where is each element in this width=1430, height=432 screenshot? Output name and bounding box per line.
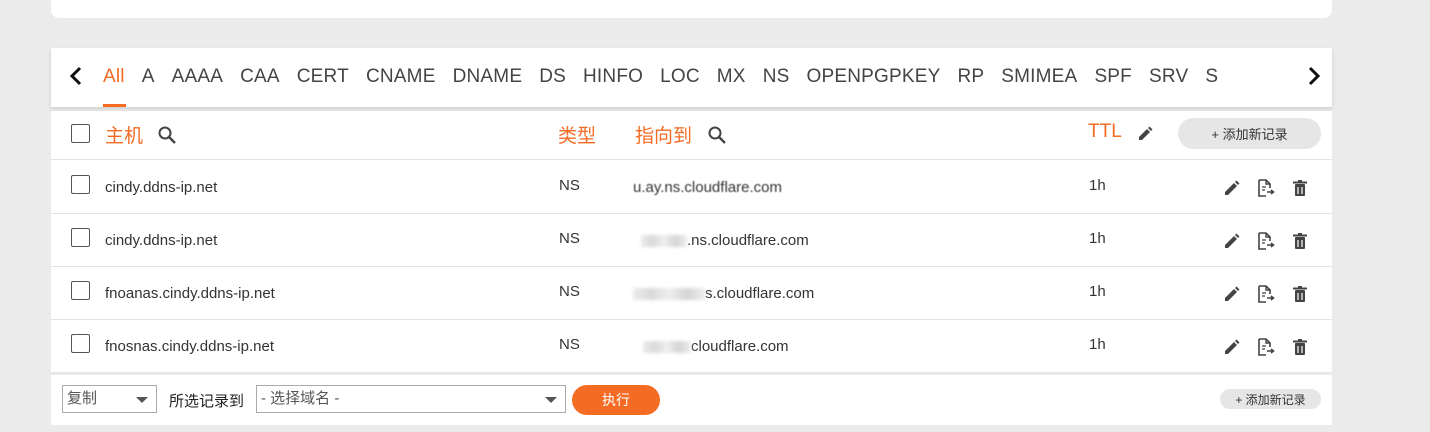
record-type: NS: [559, 283, 580, 300]
record-target-text: u.ay.ns.cloudflare.com: [633, 179, 782, 196]
redacted-text: [641, 235, 687, 248]
tab-loc[interactable]: LOC: [660, 48, 700, 107]
tab-all[interactable]: All: [103, 48, 126, 107]
record-host: cindy.ddns-ip.net: [105, 232, 218, 249]
delete-icon[interactable]: [1290, 337, 1310, 357]
record-type-tabs: All A AAAA CAA CERT CNAME DNAME DS HINFO LOC MX NS O…: [51, 48, 1332, 107]
tab-openpgpkey[interactable]: OPENPGPKEY: [806, 48, 940, 107]
tab-a[interactable]: A: [142, 48, 155, 107]
tab-strip: All A AAAA CAA CERT CNAME DNAME DS HINFO LOC MX NS O…: [103, 48, 1293, 107]
record-target: cloudflare.com: [633, 338, 789, 355]
chevron-left-icon[interactable]: [66, 64, 86, 88]
record-target-text: cloudflare.com: [691, 338, 789, 355]
domain-select-placeholder: - 选择域名 -: [261, 390, 340, 407]
edit-icon[interactable]: [1222, 178, 1242, 198]
record-ttl: 1h: [1089, 177, 1106, 194]
target-header: 指向到: [635, 126, 693, 147]
tab-rp[interactable]: RP: [957, 48, 984, 107]
tab-mx[interactable]: MX: [717, 48, 746, 107]
delete-icon[interactable]: [1290, 231, 1310, 251]
tab-aaaa[interactable]: AAAA: [172, 48, 224, 107]
chevron-down-icon: [136, 397, 148, 403]
select-all-checkbox[interactable]: [71, 124, 90, 143]
copy-record-icon[interactable]: [1255, 178, 1275, 198]
row-checkbox[interactable]: [71, 334, 90, 353]
selected-records-label: 所选记录到: [169, 393, 245, 410]
domain-select[interactable]: - 选择域名 -: [256, 385, 566, 413]
tab-spf[interactable]: SPF: [1094, 48, 1132, 107]
tab-ds[interactable]: DS: [539, 48, 566, 107]
record-target: s.cloudflare.com: [633, 285, 814, 302]
record-host: fnosnas.cindy.ddns-ip.net: [105, 338, 274, 355]
ttl-header: TTL: [1088, 121, 1122, 142]
type-header: 类型: [558, 126, 597, 147]
edit-icon[interactable]: [1222, 284, 1242, 304]
execute-button[interactable]: 执行: [572, 385, 660, 415]
edit-icon[interactable]: [1137, 126, 1153, 142]
row-checkbox[interactable]: [71, 281, 90, 300]
edit-icon[interactable]: [1222, 231, 1242, 251]
row-checkbox[interactable]: [71, 175, 90, 194]
delete-icon[interactable]: [1290, 284, 1310, 304]
record-host: fnoanas.cindy.ddns-ip.net: [105, 285, 275, 302]
copy-record-icon[interactable]: [1255, 337, 1275, 357]
tab-s[interactable]: S: [1205, 48, 1218, 107]
add-record-button[interactable]: + 添加新记录: [1178, 118, 1321, 149]
record-host: cindy.ddns-ip.net: [105, 179, 218, 196]
records-table: 主机 类型 指向到 TTL + 添加新记录 cindy.ddns-ip.net …: [51, 111, 1332, 373]
tab-srv[interactable]: SRV: [1149, 48, 1188, 107]
table-header: 主机 类型 指向到 TTL + 添加新记录: [51, 111, 1332, 160]
search-icon[interactable]: [707, 125, 727, 145]
table-row: cindy.ddns-ip.net NS u.ay.ns.cloudflare.…: [51, 161, 1332, 214]
bulk-action-bar: 复制 所选记录到 - 选择域名 - 执行 + 添加新记录: [51, 375, 1332, 425]
record-target-text: .ns.cloudflare.com: [687, 232, 809, 249]
add-record-button-footer[interactable]: + 添加新记录: [1220, 389, 1321, 409]
redacted-text: [633, 288, 705, 301]
tab-caa[interactable]: CAA: [240, 48, 280, 107]
tab-ns[interactable]: NS: [763, 48, 790, 107]
tab-dname[interactable]: DNAME: [453, 48, 523, 107]
record-type: NS: [559, 336, 580, 353]
record-type: NS: [559, 230, 580, 247]
record-ttl: 1h: [1089, 336, 1106, 353]
redacted-text: [643, 341, 691, 354]
search-icon[interactable]: [157, 125, 177, 145]
copy-record-icon[interactable]: [1255, 231, 1275, 251]
record-type: NS: [559, 177, 580, 194]
action-select-value: 复制: [67, 390, 98, 407]
copy-record-icon[interactable]: [1255, 284, 1275, 304]
action-select[interactable]: 复制: [62, 385, 157, 413]
record-target: u.ay.ns.cloudflare.com: [633, 179, 782, 196]
tab-cname[interactable]: CNAME: [366, 48, 436, 107]
row-checkbox[interactable]: [71, 228, 90, 247]
tab-hinfo[interactable]: HINFO: [583, 48, 643, 107]
host-header: 主机: [105, 126, 144, 147]
chevron-right-icon[interactable]: [1296, 64, 1332, 88]
record-ttl: 1h: [1089, 230, 1106, 247]
table-row: cindy.ddns-ip.net NS .ns.cloudflare.com …: [51, 214, 1332, 267]
record-target: .ns.cloudflare.com: [633, 232, 809, 249]
delete-icon[interactable]: [1290, 178, 1310, 198]
top-panel: [51, 0, 1332, 18]
tab-cert[interactable]: CERT: [297, 48, 349, 107]
tab-smimea[interactable]: SMIMEA: [1001, 48, 1077, 107]
chevron-down-icon: [545, 397, 557, 403]
table-row: fnoanas.cindy.ddns-ip.net NS s.cloudflar…: [51, 267, 1332, 320]
edit-icon[interactable]: [1222, 337, 1242, 357]
record-ttl: 1h: [1089, 283, 1106, 300]
table-row: fnosnas.cindy.ddns-ip.net NS cloudflare.…: [51, 320, 1332, 373]
record-target-text: s.cloudflare.com: [705, 285, 815, 302]
